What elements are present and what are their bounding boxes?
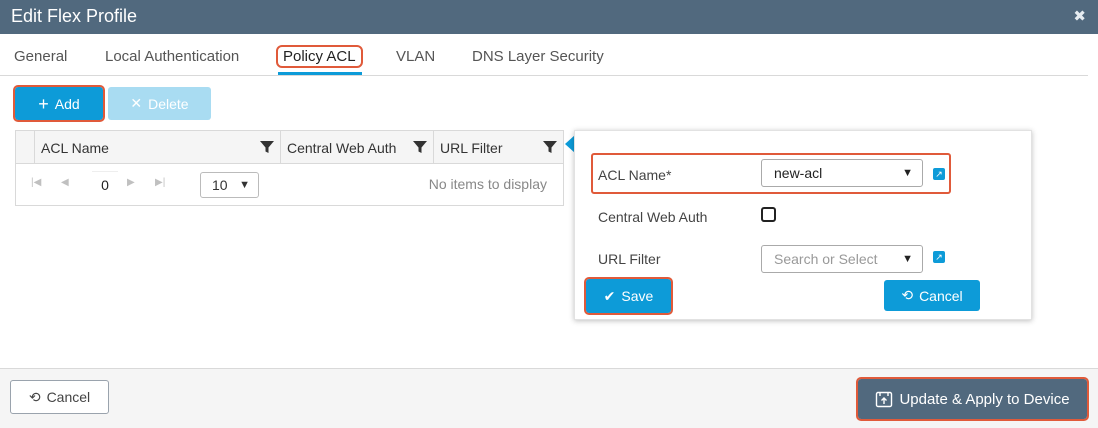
undo-icon: ⟲ <box>28 388 41 405</box>
modal-title: Edit Flex Profile <box>11 6 138 26</box>
acl-name-select[interactable]: new-acl ▼ <box>761 159 923 187</box>
external-link-icon[interactable]: ↗ <box>933 251 945 263</box>
update-apply-label: Update & Apply to Device <box>899 390 1070 408</box>
column-url-filter[interactable]: URL Filter <box>433 131 563 164</box>
central-web-auth-checkbox[interactable] <box>761 207 776 222</box>
save-button[interactable]: ✔ Save <box>584 277 673 315</box>
tab-local-authentication[interactable]: Local Authentication <box>105 48 239 65</box>
next-page-icon[interactable]: ▶ <box>127 177 135 188</box>
page-size-select[interactable]: 10 ▼ <box>200 172 259 198</box>
grid-pager: |◀ ◀ 0 ▶ ▶| 10 ▼ No items to display <box>16 164 563 205</box>
column-acl-name-label: ACL Name <box>41 140 109 156</box>
external-link-icon[interactable]: ↗ <box>933 168 945 180</box>
add-button-label: Add <box>54 95 80 112</box>
column-url-filter-label: URL Filter <box>440 140 503 156</box>
column-acl-name[interactable]: ACL Name <box>34 131 280 164</box>
plus-icon: + <box>38 93 49 114</box>
delete-button-label: Delete <box>148 95 189 112</box>
x-icon: ✕ <box>130 95 143 111</box>
delete-button[interactable]: ✕ Delete <box>108 87 211 120</box>
central-web-auth-label: Central Web Auth <box>598 209 708 225</box>
acl-name-value: new-acl <box>774 165 823 181</box>
popover-cancel-button[interactable]: ⟲ Cancel <box>884 280 980 311</box>
chevron-down-icon: ▼ <box>902 167 913 179</box>
current-page: 0 <box>92 171 118 197</box>
filter-icon[interactable] <box>543 140 557 154</box>
empty-message: No items to display <box>428 176 547 192</box>
column-central-web-auth[interactable]: Central Web Auth <box>280 131 433 164</box>
checkmark-icon: ✔ <box>603 287 616 304</box>
grid-header: ACL Name Central Web Auth URL Filter <box>16 131 563 164</box>
add-button[interactable]: + Add <box>13 85 105 122</box>
cancel-button[interactable]: ⟲ Cancel <box>10 380 109 414</box>
tab-vlan[interactable]: VLAN <box>396 48 435 65</box>
prev-page-icon[interactable]: ◀ <box>61 177 69 188</box>
filter-icon[interactable] <box>260 140 274 154</box>
tab-policy-acl[interactable]: Policy ACL <box>276 45 363 68</box>
url-filter-placeholder: Search or Select <box>774 251 878 267</box>
undo-icon: ⟲ <box>901 287 914 303</box>
acl-grid: ACL Name Central Web Auth URL Filter |◀ … <box>15 130 564 206</box>
tab-general[interactable]: General <box>14 48 67 65</box>
tab-dns-layer-security[interactable]: DNS Layer Security <box>472 48 604 65</box>
page-size-value: 10 <box>212 177 228 193</box>
active-tab-indicator <box>278 72 362 75</box>
cancel-button-label: Cancel <box>46 389 91 405</box>
tab-policy-acl-label: Policy ACL <box>276 45 363 68</box>
url-filter-label: URL Filter <box>598 251 661 267</box>
tab-bar: General Local Authentication Policy ACL … <box>0 34 1088 76</box>
popover-cancel-label: Cancel <box>919 287 963 304</box>
update-apply-button[interactable]: Update & Apply to Device <box>856 377 1089 421</box>
chevron-down-icon: ▼ <box>902 253 913 265</box>
url-filter-select[interactable]: Search or Select ▼ <box>761 245 923 273</box>
device-apply-icon <box>876 391 893 408</box>
modal-header: Edit Flex Profile ✖ <box>0 0 1098 34</box>
chevron-down-icon: ▼ <box>239 179 250 191</box>
close-icon[interactable]: ✖ <box>1073 7 1086 25</box>
save-button-label: Save <box>621 288 654 304</box>
filter-icon[interactable] <box>413 140 427 154</box>
acl-name-label: ACL Name* <box>598 167 672 183</box>
last-page-icon[interactable]: ▶| <box>155 177 165 188</box>
first-page-icon[interactable]: |◀ <box>31 177 41 188</box>
column-central-web-auth-label: Central Web Auth <box>287 140 397 156</box>
grid-select-column <box>16 131 34 164</box>
